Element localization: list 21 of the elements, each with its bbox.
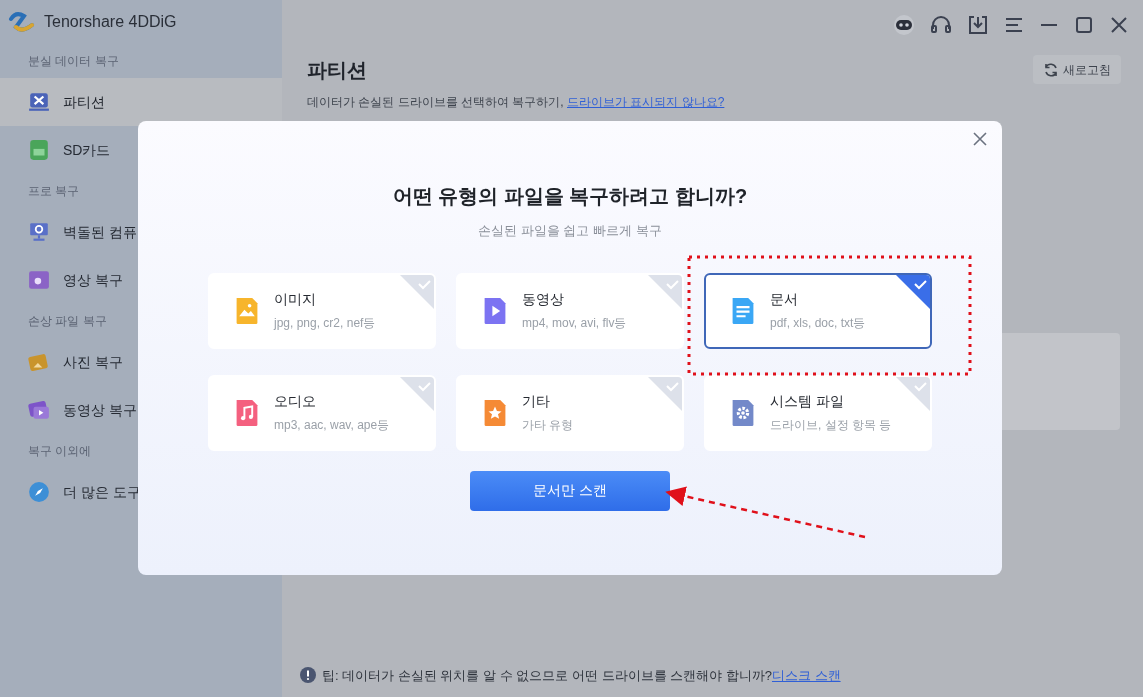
file-formats: 드라이브, 설정 항목 등: [770, 417, 892, 434]
file-formats: mp4, mov, avi, flv등: [522, 315, 627, 332]
section-heading: 프로 복구: [27, 183, 81, 200]
file-type-name: 문서: [770, 290, 799, 309]
file-formats: mp3, aac, wav, ape등: [274, 417, 390, 434]
file-type-name: 시스템 파일: [770, 392, 845, 411]
dialog-title: 어떤 유형의 파일을 복구하려고 합니까?: [392, 184, 748, 209]
section-heading: 분실 데이터 복구: [27, 53, 120, 70]
file-type-name: 기타: [522, 392, 551, 411]
dialog-subtitle: 손실된 파일을 쉽고 빠르게 복구: [478, 222, 662, 240]
file-formats: jpg, png, cr2, nef등: [274, 315, 376, 332]
file-type-name: 이미지: [274, 290, 317, 309]
page-title: 파티션: [307, 58, 368, 83]
page-description: 데이터가 손실된 드라이브를 선택하여 복구하기, 드라이브가 표시되지 않나요?: [307, 94, 725, 111]
app-title: Tenorshare 4DDiG: [44, 12, 177, 32]
tip-text: 팁: 데이터가 손실된 위치를 알 수 없으므로 어떤 드라이브를 스캔해야 합니까?디스크 스캔: [322, 666, 841, 685]
file-type-name: 동영상: [522, 290, 565, 309]
file-formats: pdf, xls, doc, txt등: [770, 315, 866, 332]
file-type-name: 오디오: [274, 392, 317, 411]
section-heading: 복구 이외에: [27, 443, 93, 460]
file-formats: 가타 유형: [522, 417, 574, 434]
